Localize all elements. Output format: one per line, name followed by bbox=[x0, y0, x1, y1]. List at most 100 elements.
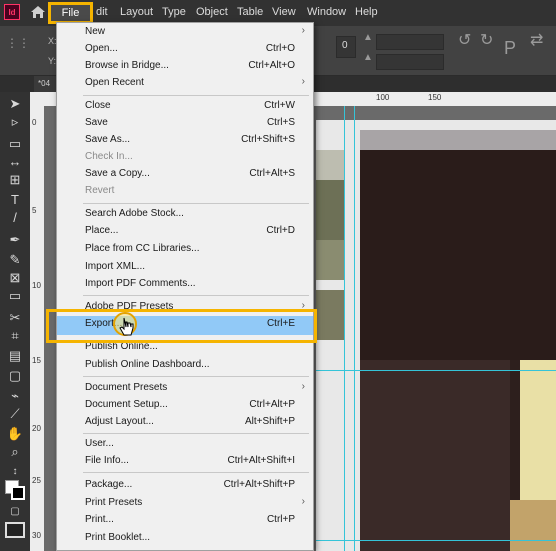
menu-view[interactable]: View bbox=[272, 6, 296, 18]
gradient-tool-icon[interactable]: ▤ bbox=[6, 348, 24, 364]
menu-item-label: Document Presets bbox=[85, 382, 168, 393]
stroke-swatch[interactable] bbox=[11, 486, 25, 500]
menu-item-label: Save bbox=[85, 117, 108, 128]
menu-item-shortcut: Ctrl+Alt+Shift+P bbox=[223, 479, 295, 490]
screen-mode-icon[interactable] bbox=[5, 522, 25, 538]
flip-icon[interactable]: P bbox=[504, 38, 516, 59]
menu-item-label: User... bbox=[85, 438, 114, 449]
pen-tool-icon[interactable]: ✒ bbox=[6, 232, 24, 248]
ruler-tick-label: 10 bbox=[32, 281, 41, 290]
swap-colors-icon[interactable]: ↕ bbox=[6, 464, 24, 480]
menu-separator bbox=[83, 376, 309, 377]
menu-item-publish-online-dashboard[interactable]: Publish Online Dashboard... bbox=[57, 357, 313, 374]
menu-item-place-from-cc-libraries[interactable]: Place from CC Libraries... bbox=[57, 241, 313, 258]
menu-item-label: Import PDF Comments... bbox=[85, 278, 196, 289]
line-tool-icon[interactable]: / bbox=[6, 210, 24, 226]
menu-item-place[interactable]: Place... Ctrl+D bbox=[57, 223, 313, 240]
scissors-tool-icon[interactable]: ✂ bbox=[6, 310, 24, 326]
margin-guide bbox=[316, 370, 556, 371]
chevron-right-icon: › bbox=[301, 381, 305, 392]
rotate-ccw-icon[interactable]: ↺ bbox=[458, 30, 471, 50]
menu-item-shortcut: Ctrl+Alt+Shift+I bbox=[227, 455, 295, 466]
y-label: Y: bbox=[48, 56, 57, 66]
menu-item-document-presets[interactable]: Document Presets › bbox=[57, 380, 313, 397]
menu-item-shortcut: Alt+Shift+P bbox=[244, 416, 295, 427]
menu-item-import-xml[interactable]: Import XML... bbox=[57, 259, 313, 276]
mouse-cursor-icon bbox=[119, 317, 134, 336]
menu-item-file-info[interactable]: File Info... Ctrl+Alt+Shift+I bbox=[57, 453, 313, 470]
color-theme-tool-icon[interactable]: ⌁ bbox=[6, 388, 24, 404]
menu-item-label: Save As... bbox=[85, 134, 131, 145]
menu-item-label: Check In... bbox=[85, 151, 133, 162]
menu-separator bbox=[83, 472, 309, 473]
stepper-up-icon[interactable]: ▲ bbox=[363, 32, 373, 43]
column-guide bbox=[344, 106, 345, 551]
menu-item-import-pdf-comments[interactable]: Import PDF Comments... bbox=[57, 276, 313, 293]
menu-item-label: Browse in Bridge... bbox=[85, 60, 169, 71]
menu-item-shortcut: Ctrl+Alt+O bbox=[248, 60, 295, 71]
menu-edit[interactable]: dit bbox=[96, 6, 108, 18]
margin-guide bbox=[316, 540, 556, 541]
type-tool-icon[interactable]: T bbox=[6, 192, 24, 208]
flip-h-icon[interactable]: ⇄ bbox=[530, 30, 543, 50]
menu-item-save[interactable]: Save Ctrl+S bbox=[57, 115, 313, 132]
menu-file[interactable]: File bbox=[48, 2, 93, 24]
menu-item-search-adobe-stock[interactable]: Search Adobe Stock... bbox=[57, 206, 313, 223]
document-tab[interactable]: *04 bbox=[34, 76, 56, 92]
menu-separator bbox=[83, 433, 309, 434]
menu-type[interactable]: Type bbox=[162, 6, 186, 18]
shear-field[interactable] bbox=[376, 54, 444, 70]
free-transform-tool-icon[interactable]: ⌗ bbox=[6, 328, 24, 344]
menu-item-print-presets[interactable]: Print Presets › bbox=[57, 495, 313, 512]
menu-item-browse-in-bridge[interactable]: Browse in Bridge... Ctrl+Alt+O bbox=[57, 58, 313, 75]
menu-item-label: Document Setup... bbox=[85, 399, 168, 410]
menu-item-package[interactable]: Package... Ctrl+Alt+Shift+P bbox=[57, 477, 313, 494]
menu-item-save-as[interactable]: Save As... Ctrl+Shift+S bbox=[57, 132, 313, 149]
menu-window[interactable]: Window bbox=[307, 6, 346, 18]
pencil-tool-icon[interactable]: ✎ bbox=[6, 252, 24, 268]
menu-item-save-a-copy[interactable]: Save a Copy... Ctrl+Alt+S bbox=[57, 166, 313, 183]
menu-item-open-recent[interactable]: Open Recent › bbox=[57, 75, 313, 92]
menu-object[interactable]: Object bbox=[196, 6, 228, 18]
stroke-weight-field[interactable]: 0 bbox=[336, 36, 356, 58]
eyedropper-tool-icon[interactable]: ⟋ bbox=[6, 406, 24, 422]
chevron-right-icon: › bbox=[301, 496, 305, 507]
menu-item-new[interactable]: New › bbox=[57, 24, 313, 41]
hand-tool-icon[interactable]: ✋ bbox=[6, 426, 24, 442]
menu-item-label: Open Recent bbox=[85, 77, 144, 88]
angle-field[interactable] bbox=[376, 34, 444, 50]
stepper-down-icon[interactable]: ▲ bbox=[363, 52, 373, 63]
stroke-weight-value: 0 bbox=[342, 40, 348, 51]
menu-item-label: Place from CC Libraries... bbox=[85, 243, 200, 254]
note-tool-icon[interactable]: ▢ bbox=[6, 368, 24, 384]
menu-item-label: Print... bbox=[85, 514, 114, 525]
menu-item-open[interactable]: Open... Ctrl+O bbox=[57, 41, 313, 58]
menu-item-print-booklet[interactable]: Print Booklet... bbox=[57, 530, 313, 547]
menu-item-shortcut: Ctrl+P bbox=[266, 514, 295, 525]
menu-item-close[interactable]: Close Ctrl+W bbox=[57, 98, 313, 115]
menu-help[interactable]: Help bbox=[355, 6, 378, 18]
menu-item-user[interactable]: User... bbox=[57, 436, 313, 453]
menu-item-adjust-layout[interactable]: Adjust Layout... Alt+Shift+P bbox=[57, 414, 313, 431]
formatting-container-icon[interactable]: ▢ T bbox=[6, 504, 24, 533]
reference-point-icon[interactable]: ⋮⋮ bbox=[6, 36, 30, 50]
menu-item-print[interactable]: Print... Ctrl+P bbox=[57, 512, 313, 529]
home-icon[interactable] bbox=[30, 5, 46, 19]
content-collector-icon[interactable]: ⊞ bbox=[6, 172, 24, 188]
direct-selection-tool-icon[interactable]: ▹ bbox=[6, 114, 24, 130]
rectangle-tool-icon[interactable]: ▭ bbox=[6, 288, 24, 304]
placed-image[interactable] bbox=[360, 130, 556, 551]
rotate-cw-icon[interactable]: ↻ bbox=[480, 30, 493, 50]
menu-table[interactable]: Table bbox=[237, 6, 263, 18]
menu-item-document-setup[interactable]: Document Setup... Ctrl+Alt+P bbox=[57, 397, 313, 414]
page-tool-icon[interactable]: ▭ bbox=[6, 136, 24, 152]
menu-item-label: Print Booklet... bbox=[85, 532, 151, 543]
menu-layout[interactable]: Layout bbox=[120, 6, 153, 18]
rectangle-frame-tool-icon[interactable]: ⊠ bbox=[6, 270, 24, 286]
menu-item-label: Save a Copy... bbox=[85, 168, 150, 179]
gap-tool-icon[interactable]: ↔ bbox=[6, 154, 24, 170]
chevron-right-icon: › bbox=[301, 25, 305, 36]
zoom-tool-icon[interactable]: ⌕ bbox=[6, 444, 24, 460]
selection-tool-icon[interactable]: ➤ bbox=[6, 96, 24, 112]
menu-item-shortcut: Ctrl+S bbox=[266, 117, 295, 128]
